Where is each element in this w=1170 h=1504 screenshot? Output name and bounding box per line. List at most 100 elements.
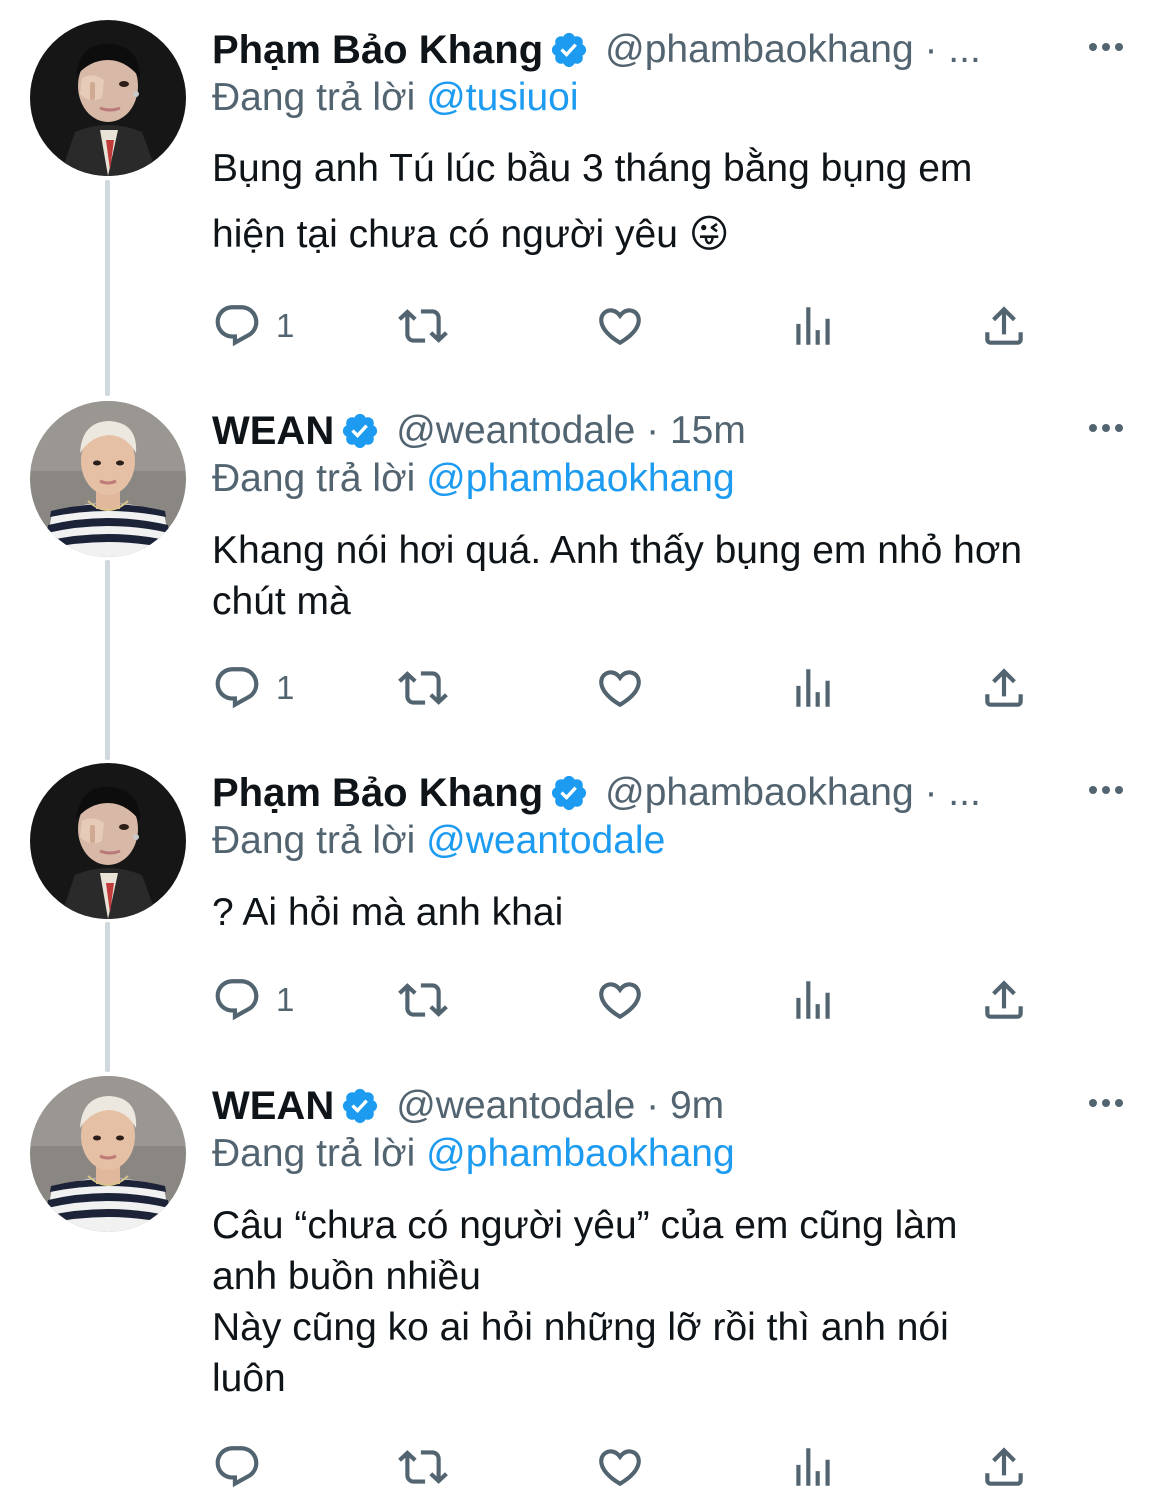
- display-name[interactable]: WEAN: [212, 405, 334, 457]
- like-button[interactable]: [595, 296, 645, 356]
- avatar-khang-image: [30, 20, 186, 176]
- like-button[interactable]: [595, 970, 645, 1030]
- share-button[interactable]: [979, 658, 1029, 718]
- more-icon[interactable]: [1086, 413, 1126, 443]
- share-button[interactable]: [979, 1437, 1029, 1497]
- tweet-text: ? Ai hỏi mà anh khai: [212, 887, 1130, 938]
- mention-link[interactable]: @phambaokhang: [426, 457, 734, 500]
- replying-to: Đang trả lời @weantodale: [212, 815, 1130, 867]
- replying-to: Đang trả lời @phambaokhang: [212, 453, 1130, 505]
- mention-link[interactable]: @phambaokhang: [426, 1132, 734, 1175]
- views-icon: [796, 981, 830, 1019]
- avatar[interactable]: [30, 20, 186, 176]
- like-icon: [599, 982, 641, 1020]
- like-icon: [599, 670, 641, 708]
- share-button[interactable]: [979, 296, 1029, 356]
- avatar[interactable]: [30, 763, 186, 919]
- tweet-actions: 1: [212, 970, 1042, 1030]
- verified-badge-icon: [340, 411, 380, 451]
- tweet-text-line: Này cũng ko ai hỏi những lỡ rồi thì anh …: [212, 1306, 949, 1349]
- reply-button[interactable]: 1: [212, 296, 294, 356]
- handle-and-time[interactable]: @weantodale · 9m: [396, 1080, 724, 1132]
- thread-line: [105, 180, 110, 396]
- tweet-header: Phạm Bảo Khang @phambaokhang · ...: [212, 767, 1130, 819]
- more-icon[interactable]: [1086, 775, 1126, 805]
- share-icon: [985, 306, 1023, 345]
- tweet-actions: 1: [212, 658, 1042, 718]
- tweet-header: Phạm Bảo Khang @phambaokhang · ...: [212, 24, 1130, 76]
- display-name[interactable]: WEAN: [212, 1080, 334, 1132]
- tweet-header: WEAN @weantodale · 9m: [212, 1080, 1130, 1132]
- avatar-khang-image: [30, 763, 186, 919]
- tweet-text: Bụng anh Tú lúc bầu 3 tháng bằng bụng em…: [212, 136, 1130, 268]
- handle-and-time[interactable]: @phambaokhang · ...: [605, 24, 981, 76]
- reply-icon: [215, 305, 259, 347]
- verified-badge-icon: [340, 1086, 380, 1126]
- thread-line: [105, 922, 110, 1072]
- display-name[interactable]: Phạm Bảo Khang: [212, 767, 543, 819]
- retweet-button[interactable]: [398, 658, 448, 718]
- verified-badge-icon: [549, 30, 589, 70]
- share-button[interactable]: [979, 970, 1029, 1030]
- tweet-text: Khang nói hơi quá. Anh thấy bụng em nhỏ …: [212, 525, 1130, 627]
- replying-prefix: Đang trả lời: [212, 819, 416, 862]
- handle-and-time[interactable]: @weantodale · 15m: [396, 405, 746, 457]
- verified-badge-icon: [549, 773, 589, 813]
- retweet-icon: [398, 983, 448, 1017]
- replying-prefix: Đang trả lời: [212, 1132, 416, 1175]
- share-icon: [985, 668, 1023, 707]
- views-button[interactable]: [788, 970, 838, 1030]
- replying-prefix: Đang trả lời: [212, 76, 416, 119]
- views-button[interactable]: [788, 1437, 838, 1497]
- views-icon: [796, 307, 830, 345]
- share-icon: [985, 1447, 1023, 1486]
- replying-to: Đang trả lời @phambaokhang: [212, 1128, 1130, 1180]
- avatar[interactable]: [30, 401, 186, 557]
- reply-icon: [215, 979, 259, 1021]
- tweet-header: WEAN @weantodale · 15m: [212, 405, 1130, 457]
- like-button[interactable]: [595, 658, 645, 718]
- views-button[interactable]: [788, 658, 838, 718]
- reply-count: 1: [276, 981, 295, 1018]
- avatar[interactable]: [30, 1076, 186, 1232]
- retweet-icon: [398, 1450, 448, 1484]
- retweet-button[interactable]: [398, 970, 448, 1030]
- tweet-text-line: Câu “chưa có người yêu” của em cũng làm: [212, 1204, 958, 1247]
- tweet-text-line: Bụng anh Tú lúc bầu 3 tháng bằng bụng em: [212, 147, 973, 190]
- more-icon[interactable]: [1086, 1088, 1126, 1118]
- reply-button[interactable]: 1: [212, 658, 294, 718]
- retweet-button[interactable]: [398, 1437, 448, 1497]
- reply-button[interactable]: [212, 1437, 276, 1497]
- avatar-wean-image: [30, 401, 186, 557]
- handle-and-time[interactable]: @phambaokhang · ...: [605, 767, 981, 819]
- reply-button[interactable]: 1: [212, 970, 294, 1030]
- tweet-text-line: Khang nói hơi quá. Anh thấy bụng em nhỏ …: [212, 529, 1023, 572]
- tweet-text-line: luôn: [212, 1357, 286, 1400]
- tweet-text-line: chút mà: [212, 580, 351, 623]
- reply-count: 1: [276, 307, 295, 344]
- tweet-text-line: ? Ai hỏi mà anh khai: [212, 891, 564, 934]
- display-name[interactable]: Phạm Bảo Khang: [212, 24, 543, 76]
- like-icon: [599, 1449, 641, 1487]
- like-icon: [599, 308, 641, 346]
- like-button[interactable]: [595, 1437, 645, 1497]
- reply-icon: [215, 1446, 259, 1488]
- retweet-icon: [398, 309, 448, 343]
- mention-link[interactable]: @tusiuoi: [426, 76, 578, 119]
- tweet-text-line: anh buồn nhiều: [212, 1255, 481, 1298]
- avatar-wean-image: [30, 1076, 186, 1232]
- replying-prefix: Đang trả lời: [212, 457, 416, 500]
- reply-count: 1: [276, 669, 295, 706]
- retweet-button[interactable]: [398, 296, 448, 356]
- views-icon: [796, 669, 830, 707]
- retweet-icon: [398, 671, 448, 705]
- views-button[interactable]: [788, 296, 838, 356]
- tweet-actions: [212, 1437, 1042, 1497]
- reply-icon: [215, 667, 259, 709]
- tweet-actions: 1: [212, 296, 1042, 356]
- mention-link[interactable]: @weantodale: [426, 819, 665, 862]
- tweet-text: Câu “chưa có người yêu” của em cũng làm …: [212, 1200, 1130, 1404]
- thread-line: [105, 560, 110, 760]
- views-icon: [796, 1448, 830, 1486]
- more-icon[interactable]: [1086, 32, 1126, 62]
